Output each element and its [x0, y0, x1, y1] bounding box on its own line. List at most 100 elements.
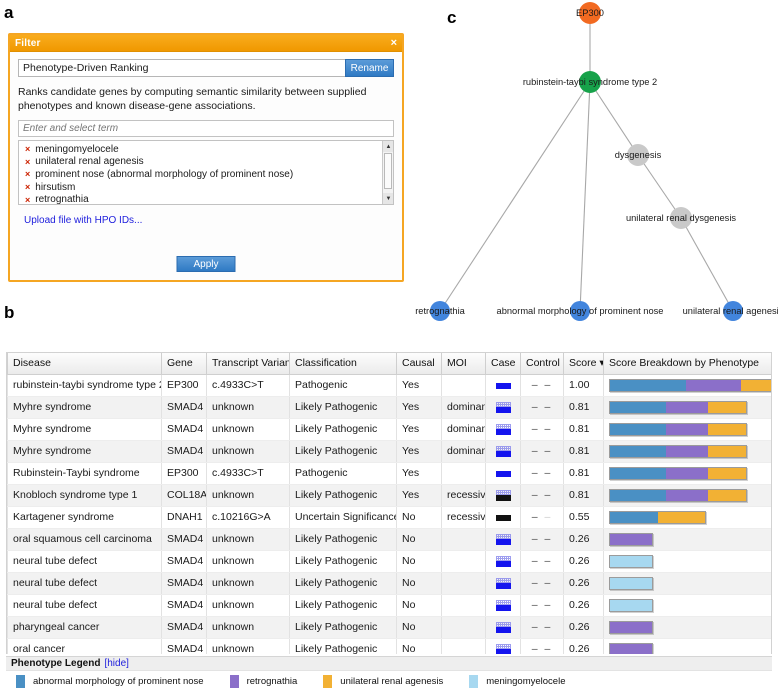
- cell-score: 0.55: [563, 506, 604, 529]
- table-row[interactable]: neural tube defect SMAD4 unknown Likely Pat…: [7, 594, 771, 617]
- selected-term-item[interactable]: × unilateral renal agenesis: [19, 156, 393, 169]
- apply-button[interactable]: Apply: [176, 256, 236, 272]
- cell-score: 0.81: [563, 396, 604, 419]
- scroll-up-icon[interactable]: ▲: [383, 141, 393, 152]
- cell-moi: [441, 374, 486, 397]
- control-dash-icon: – –: [531, 423, 553, 435]
- column-header-moi[interactable]: MOI: [441, 353, 486, 375]
- filter-body: Rename Ranks candidate genes by computin…: [10, 52, 402, 280]
- rename-button[interactable]: Rename: [345, 59, 394, 77]
- results-table-container[interactable]: Disease Gene Transcript Variant Classificat…: [6, 352, 772, 654]
- filter-description: Ranks candidate genes by computing seman…: [18, 86, 367, 112]
- cell-score-breakdown: [603, 616, 771, 639]
- score-bar-segment: [665, 489, 708, 501]
- term-search-input[interactable]: [18, 120, 394, 137]
- term-list-inner: × meningomyelocele × unilateral renal agene…: [19, 141, 393, 204]
- table-row[interactable]: rubinstein-taybi syndrome type 2 EP300 c.4…: [7, 374, 771, 397]
- column-header-classification[interactable]: Classification: [289, 353, 397, 375]
- column-header-variant[interactable]: Transcript Variant: [206, 353, 290, 375]
- score-bar-segment: [610, 379, 686, 391]
- filter-name-row: Rename: [18, 59, 394, 77]
- cell-variant: unknown: [206, 572, 290, 595]
- cell-classification: Likely Pathogenic: [289, 616, 397, 639]
- table-row[interactable]: Myhre syndrome SMAD4 unknown Likely Pathoge…: [7, 418, 771, 441]
- upload-hpo-file-link[interactable]: Upload file with HPO IDs...: [24, 215, 394, 226]
- cell-classification: Likely Pathogenic: [289, 396, 397, 419]
- cell-score-breakdown: [603, 462, 771, 485]
- graph-node-label: dysgenesis: [614, 150, 662, 160]
- column-header-breakdown[interactable]: Score Breakdown by Phenotype: [603, 353, 771, 375]
- score-bar: [609, 488, 747, 502]
- column-header-control[interactable]: Control: [520, 353, 564, 375]
- table-row[interactable]: Knobloch syndrome type 1COL18A1unknownLi…: [7, 484, 771, 507]
- cell-classification: Pathogenic: [289, 374, 397, 397]
- legend-title: Phenotype Legend: [11, 658, 101, 669]
- table-row[interactable]: oral squamous cell carcinoma SMAD4 unknown…: [7, 528, 771, 551]
- column-header-gene[interactable]: Gene: [161, 353, 207, 375]
- cell-classification: Likely Pathogenic: [289, 572, 397, 595]
- cell-classification: Likely Pathogenic: [289, 418, 397, 441]
- legend-item: abnormal morphology of prominent nose: [16, 674, 204, 688]
- cell-score: 0.26: [563, 616, 604, 639]
- table-row[interactable]: Myhre syndrome SMAD4 unknown Likely Pathoge…: [7, 440, 771, 463]
- scroll-down-icon[interactable]: ▼: [383, 193, 393, 204]
- cell-classification: Likely Pathogenic: [289, 638, 397, 654]
- case-zygosity-icon: [495, 577, 511, 589]
- column-header-causal[interactable]: Causal: [396, 353, 442, 375]
- column-header-case[interactable]: Case: [485, 353, 521, 375]
- case-zygosity-icon: [495, 401, 511, 413]
- remove-term-icon[interactable]: ×: [25, 144, 30, 154]
- cell-disease: neural tube defect: [7, 572, 162, 595]
- selected-term-item[interactable]: × retrognathia: [19, 193, 393, 204]
- cell-case: [485, 638, 521, 654]
- cell-disease: pharyngeal cancer: [7, 616, 162, 639]
- table-row[interactable]: neural tube defect SMAD4 unknown Likely Pat…: [7, 550, 771, 573]
- cell-moi: [441, 616, 486, 639]
- control-dash-icon: – –: [531, 489, 553, 501]
- selected-term-item[interactable]: × hirsutism: [19, 181, 393, 194]
- close-icon[interactable]: ×: [391, 36, 397, 51]
- table-row[interactable]: Rubinstein-Taybi syndrome EP300 c.4933C>T P…: [7, 462, 771, 485]
- case-zygosity-icon: [495, 380, 511, 391]
- filter-name-input[interactable]: [18, 59, 345, 77]
- remove-term-icon[interactable]: ×: [25, 182, 30, 192]
- legend-hide-link[interactable]: [hide]: [104, 658, 128, 669]
- remove-term-icon[interactable]: ×: [25, 195, 30, 204]
- term-list-scrollbar[interactable]: ▲ ▼: [382, 141, 393, 204]
- cell-case: [485, 594, 521, 617]
- score-bar-segment: [707, 445, 746, 457]
- control-dash-icon: – –: [531, 401, 553, 413]
- scrollbar-thumb[interactable]: [384, 153, 392, 189]
- cell-causal: Yes: [396, 374, 442, 397]
- results-table: Disease Gene Transcript Variant Classificat…: [7, 353, 771, 654]
- cell-moi: recessive: [441, 506, 486, 529]
- column-header-disease[interactable]: Disease: [7, 353, 162, 375]
- table-row[interactable]: Myhre syndrome SMAD4 unknown Likely Pathoge…: [7, 396, 771, 419]
- filter-title: Filter: [15, 37, 41, 49]
- legend-color-swatch: [469, 674, 479, 688]
- cell-control: – –: [520, 396, 564, 419]
- panel-label-a: a: [4, 3, 14, 22]
- cell-score-breakdown: [603, 528, 771, 551]
- column-header-score[interactable]: Score ▾: [563, 353, 604, 375]
- selected-term-item[interactable]: × prominent nose (abnormal morphology of …: [19, 168, 393, 181]
- remove-term-icon[interactable]: ×: [25, 169, 30, 179]
- score-bar-segment: [665, 423, 708, 435]
- cell-disease: rubinstein-taybi syndrome type 2: [7, 374, 162, 397]
- score-bar-segment: [665, 401, 708, 413]
- cell-score: 0.26: [563, 550, 604, 573]
- table-row[interactable]: neural tube defect SMAD4 unknown Likely Pat…: [7, 572, 771, 595]
- cell-disease: neural tube defect: [7, 594, 162, 617]
- cell-gene: SMAD4: [161, 616, 207, 639]
- table-row[interactable]: oral cancer SMAD4 unknown Likely Pathogenic…: [7, 638, 771, 654]
- remove-term-icon[interactable]: ×: [25, 157, 30, 167]
- cell-gene: EP300: [161, 462, 207, 485]
- score-bar-segment: [707, 467, 746, 479]
- cell-control: – –: [520, 484, 564, 507]
- table-row[interactable]: pharyngeal cancer SMAD4 unknown Likely Path…: [7, 616, 771, 639]
- cell-score: 0.81: [563, 484, 604, 507]
- cell-classification: Likely Pathogenic: [289, 440, 397, 463]
- selected-term-item[interactable]: × meningomyelocele: [19, 143, 393, 156]
- control-dash-icon: – –: [531, 511, 553, 523]
- table-row[interactable]: Kartagener syndrome DNAH1 c.10216G>A Uncert…: [7, 506, 771, 529]
